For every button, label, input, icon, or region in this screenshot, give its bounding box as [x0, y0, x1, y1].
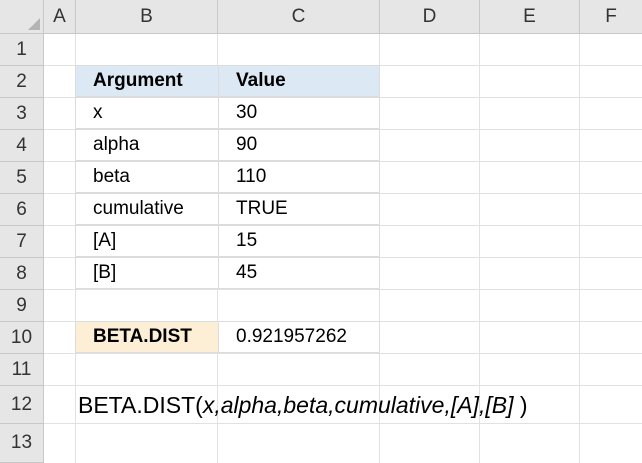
result-label-cell[interactable]: BETA.DIST [75, 321, 219, 353]
spreadsheet-grid: A B C D E F 1 2 3 4 5 6 7 8 9 10 11 12 1… [0, 0, 642, 463]
formula-closing-paren: ) [513, 391, 528, 418]
result-value-cell[interactable]: 0.921957262 [218, 321, 380, 353]
column-header-e[interactable]: E [480, 0, 580, 34]
value-cell-cumulative[interactable]: TRUE [218, 193, 380, 225]
argument-cell-b[interactable]: [B] [75, 257, 219, 289]
row-header-4[interactable]: 4 [0, 130, 44, 162]
row-header-5[interactable]: 5 [0, 162, 44, 194]
column-header-c[interactable]: C [218, 0, 380, 34]
formula-function-name: BETA.DIST( [78, 391, 203, 418]
row-header-8[interactable]: 8 [0, 258, 44, 290]
formula-syntax-text[interactable]: BETA.DIST(x,alpha,beta,cumulative,[A],[B… [78, 388, 528, 422]
argument-cell-beta[interactable]: beta [75, 161, 219, 193]
row-header-7[interactable]: 7 [0, 226, 44, 258]
column-header-a[interactable]: A [44, 0, 76, 34]
select-all-triangle-icon [28, 18, 40, 30]
row-header-9[interactable]: 9 [0, 290, 44, 322]
row-header-6[interactable]: 6 [0, 194, 44, 226]
value-cell-beta[interactable]: 110 [218, 161, 380, 193]
argument-cell-x[interactable]: x [75, 97, 219, 129]
row-header-12[interactable]: 12 [0, 386, 44, 424]
column-header-f[interactable]: F [580, 0, 642, 34]
formula-arguments: x,alpha,beta,cumulative,[A],[B] [202, 391, 514, 418]
row-header-10[interactable]: 10 [0, 322, 44, 354]
row-header-2[interactable]: 2 [0, 66, 44, 98]
row-header-11[interactable]: 11 [0, 354, 44, 386]
row-header-13[interactable]: 13 [0, 424, 44, 463]
column-header-b[interactable]: B [76, 0, 218, 34]
table-header-value[interactable]: Value [218, 65, 380, 97]
value-cell-b[interactable]: 45 [218, 257, 380, 289]
gridline [44, 423, 642, 424]
gridline [579, 34, 580, 463]
row-header-3[interactable]: 3 [0, 98, 44, 130]
select-all-corner[interactable] [0, 0, 44, 34]
argument-cell-alpha[interactable]: alpha [75, 129, 219, 161]
argument-cell-cumulative[interactable]: cumulative [75, 193, 219, 225]
column-header-d[interactable]: D [380, 0, 480, 34]
value-cell-x[interactable]: 30 [218, 97, 380, 129]
table-header-argument[interactable]: Argument [75, 65, 219, 97]
gridline [44, 353, 642, 354]
row-header-1[interactable]: 1 [0, 34, 44, 66]
gridline [44, 385, 642, 386]
value-cell-a[interactable]: 15 [218, 225, 380, 257]
value-cell-alpha[interactable]: 90 [218, 129, 380, 161]
argument-cell-a[interactable]: [A] [75, 225, 219, 257]
gridline [44, 289, 642, 290]
